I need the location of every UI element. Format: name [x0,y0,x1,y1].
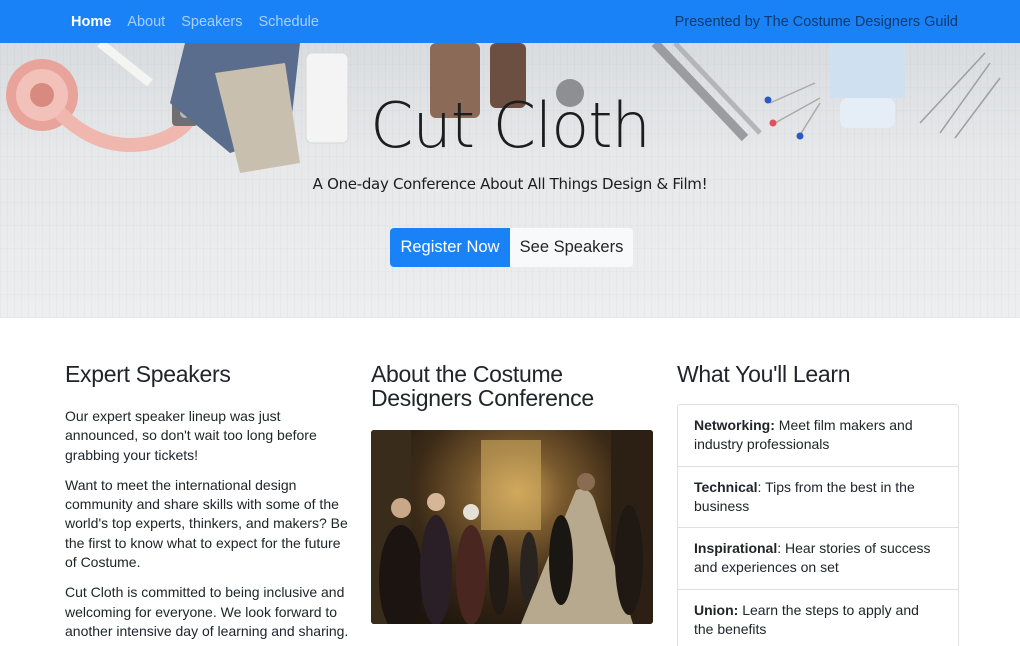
list-item: Networking: Meet film makers and industr… [678,405,958,467]
about-heading: About the Costume Designers Conference [371,361,594,411]
hero-button-group: Register Now See Speakers [390,228,633,267]
speakers-paragraph-2: Want to meet the international design co… [65,476,348,571]
list-item-title: Technical [694,478,758,495]
hero-title: Cut Cloth [370,89,651,162]
speakers-paragraph-1: Our expert speaker lineup was just annou… [65,408,317,463]
nav-link-speakers[interactable]: Speakers [181,14,242,30]
learn-column: What You'll Learn Networking: Meet film … [677,362,959,646]
list-item-title: Union: [694,601,739,618]
about-column: About the Costume Designers Conference [371,362,653,624]
list-item: Inspirational: Hear stories of success a… [678,528,958,590]
list-item: Union: Learn the steps to apply and the … [678,590,958,646]
costume-scene-photo [371,430,653,624]
speakers-heading: Expert Speakers [65,361,231,387]
list-item-title: Networking: [694,417,775,433]
nav-link-schedule[interactable]: Schedule [258,14,318,30]
register-now-button[interactable]: Register Now [390,228,510,267]
hero-banner: Cut Cloth A One-day Conference About All… [0,43,1020,318]
hero-subtitle: A One-day Conference About All Things De… [312,175,708,193]
see-speakers-button[interactable]: See Speakers [510,228,633,267]
top-navbar: Home About Speakers Schedule Presented b… [0,0,1020,43]
nav-link-home[interactable]: Home [71,14,111,30]
learn-list: Networking: Meet film makers and industr… [677,404,959,646]
list-item-title: Inspirational [694,540,778,557]
speakers-column: Expert Speakers Our expert speaker lineu… [65,362,350,641]
nav-link-about[interactable]: About [127,14,165,30]
list-item: Technical: Tips from the best in the bus… [678,467,958,529]
speakers-paragraph-3: Cut Cloth is committed to being inclusiv… [65,584,349,639]
presented-by-text: Presented by The Costume Designers Guild [674,13,958,30]
nav-links: Home About Speakers Schedule [71,14,335,30]
learn-heading: What You'll Learn [677,361,851,387]
